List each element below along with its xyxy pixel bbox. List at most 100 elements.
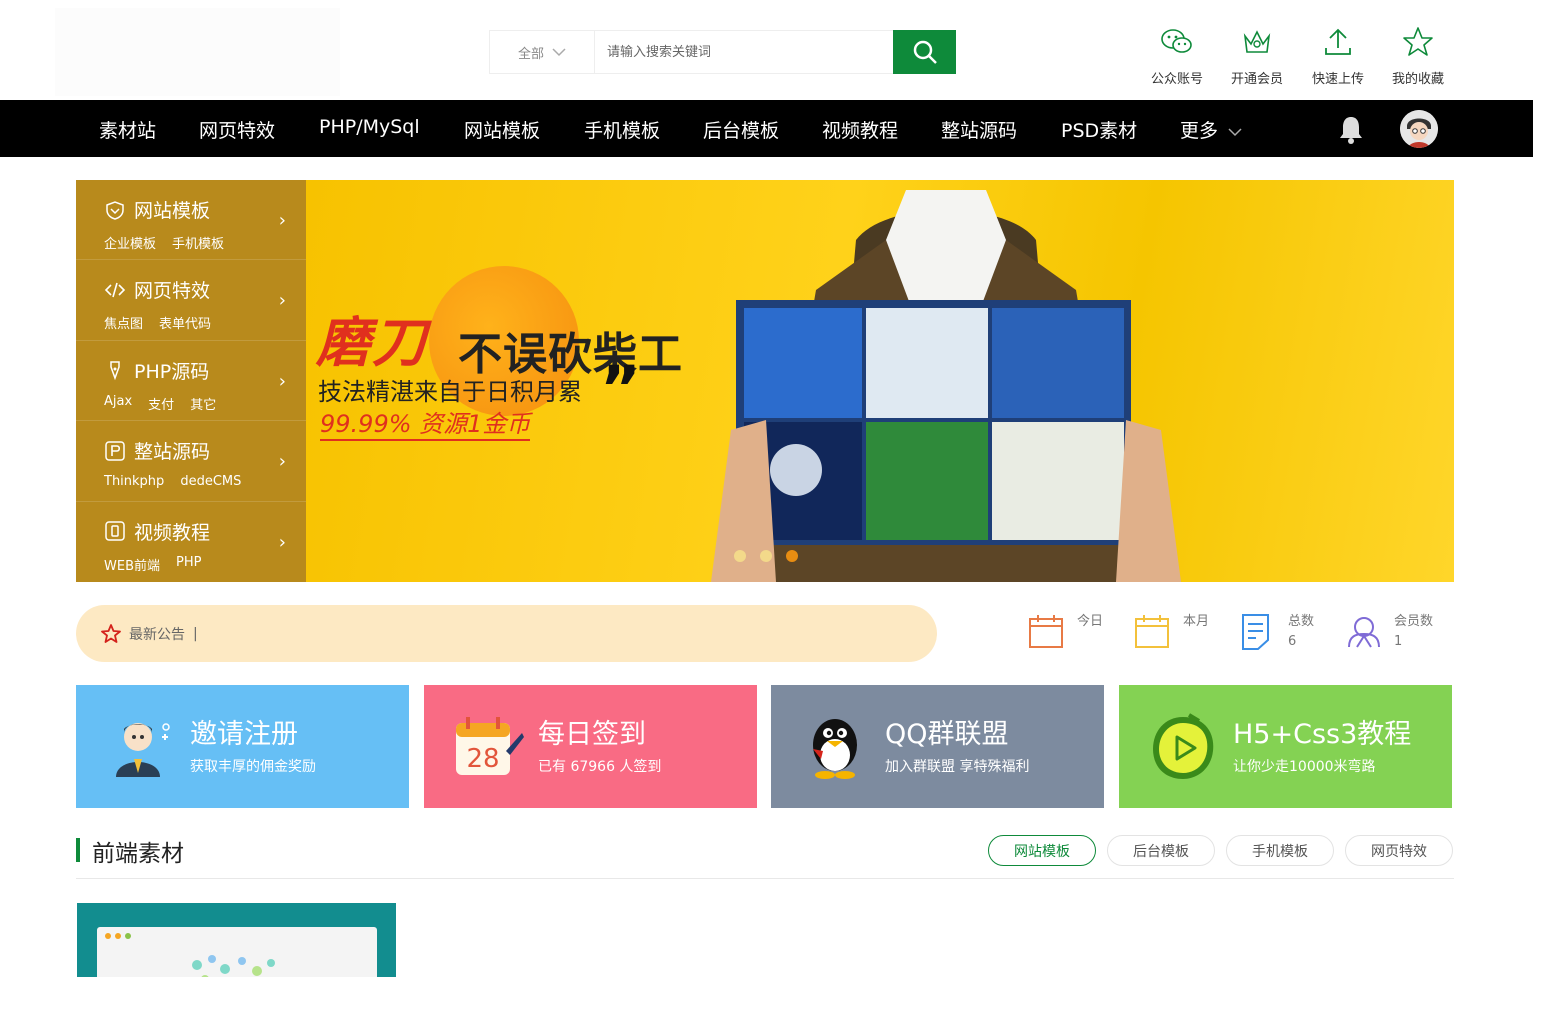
stat-members: 会员数 1	[1344, 612, 1433, 652]
category-sub-link[interactable]: 支付	[148, 394, 174, 413]
item-thumbnail[interactable]	[77, 903, 396, 977]
card-subtitle: 让你少走10000米弯路	[1233, 758, 1376, 775]
tab-mobile-templates[interactable]: 手机模板	[1226, 835, 1334, 866]
page: 全部 公众账号 开通会员 快速上传 我的收藏 素材站 网页特效 PHP/MySq…	[0, 0, 1561, 1036]
section-title: 前端素材	[92, 841, 184, 867]
calendar-day-number: 28	[466, 744, 499, 774]
document-icon	[1242, 614, 1269, 650]
stat-label: 总数	[1288, 614, 1315, 629]
card-subtitle: 加入群联盟 享特殊福利	[885, 758, 1030, 775]
quick-link-favorites[interactable]: 我的收藏	[1383, 24, 1453, 87]
banner-slide[interactable]: 磨刀 不误砍柴工 技法精湛来自于日积月累 ” 99.99% 资源1金币	[306, 180, 1454, 582]
card-qq-group[interactable]: QQ群联盟 加入群联盟 享特殊福利	[771, 685, 1104, 808]
nav-item-admin[interactable]: 后台模板	[703, 116, 779, 143]
nav-item-psd[interactable]: PSD素材	[1061, 116, 1137, 143]
category-item-php[interactable]: PHP源码 Ajax 支付 其它 ›	[76, 341, 306, 422]
banner-quote-mark: ”	[600, 352, 641, 425]
category-title: 整站源码	[134, 441, 211, 464]
stat-total: 总数 6	[1238, 612, 1314, 652]
category-item-video[interactable]: 视频教程 WEB前端 PHP ›	[76, 502, 306, 582]
category-sub-link[interactable]: PHP	[176, 555, 201, 574]
nav-item-php[interactable]: PHP/MySql	[319, 116, 420, 138]
nav-item-templates[interactable]: 网站模板	[464, 116, 540, 143]
user-avatar[interactable]	[1400, 110, 1438, 148]
slide-dot[interactable]	[760, 550, 772, 562]
nav-item-video[interactable]: 视频教程	[822, 116, 898, 143]
quick-link-upload[interactable]: 快速上传	[1303, 24, 1373, 87]
video-icon	[105, 521, 125, 541]
category-sub-link[interactable]: Ajax	[104, 394, 132, 413]
tab-website-templates[interactable]: 网站模板	[988, 835, 1096, 866]
banner: 网站模板 企业模板 手机模板 › 网页特效 焦点图 表单代码 › PHP源码 A…	[76, 180, 1454, 582]
card-title: 邀请注册	[190, 718, 298, 750]
search-input[interactable]	[595, 31, 893, 73]
invite-icon	[116, 722, 170, 777]
avatar-face-icon	[1400, 110, 1438, 148]
category-sub-link[interactable]: 手机模板	[172, 233, 224, 252]
vip-crown-icon	[1243, 30, 1271, 53]
category-sub-link[interactable]: dedeCMS	[180, 474, 241, 489]
card-title: H5+Css3教程	[1233, 718, 1412, 750]
category-sub-link[interactable]: WEB前端	[104, 555, 160, 574]
search-category-label: 全部	[517, 46, 544, 62]
category-item-templates[interactable]: 网站模板 企业模板 手机模板 ›	[76, 180, 306, 261]
search-category-select[interactable]: 全部	[490, 31, 595, 73]
upload-icon	[1325, 28, 1351, 55]
quick-link-vip[interactable]: 开通会员	[1222, 24, 1292, 87]
category-sub-link[interactable]: 其它	[190, 394, 216, 413]
category-sub-link[interactable]: Thinkphp	[104, 474, 164, 489]
search-button[interactable]	[893, 30, 956, 74]
stat-label: 会员数	[1394, 614, 1434, 629]
calendar-icon	[1029, 615, 1063, 648]
notice-bar[interactable]: 最新公告 |	[76, 605, 937, 662]
category-title: 网页特效	[134, 280, 211, 303]
slide-dots	[734, 550, 798, 562]
card-title: 每日签到	[538, 718, 646, 750]
section-accent-bar	[76, 838, 80, 862]
category-item-effects[interactable]: 网页特效 焦点图 表单代码 ›	[76, 260, 306, 341]
qq-penguin-icon	[813, 718, 857, 779]
card-h5-course[interactable]: H5+Css3教程 让你少走10000米弯路	[1119, 685, 1452, 808]
category-sub-link[interactable]: 企业模板	[104, 233, 156, 252]
pen-icon	[110, 361, 120, 381]
site-logo[interactable]	[55, 8, 340, 96]
category-sub-link[interactable]: 表单代码	[159, 313, 211, 332]
category-menu: 网站模板 企业模板 手机模板 › 网页特效 焦点图 表单代码 › PHP源码 A…	[76, 180, 306, 582]
quick-link-label: 我的收藏	[1391, 72, 1444, 87]
category-sub-link[interactable]: 焦点图	[104, 313, 143, 332]
nav-item-mobile[interactable]: 手机模板	[584, 116, 660, 143]
nav-item-source[interactable]: 整站源码	[941, 116, 1017, 143]
bell-icon[interactable]	[1337, 114, 1365, 144]
card-checkin[interactable]: 28 每日签到 已有 67966 人签到	[424, 685, 757, 808]
section-divider	[76, 878, 1454, 879]
nav-item-more[interactable]: 更多	[1180, 116, 1242, 143]
stat-label: 今日	[1077, 614, 1104, 629]
tab-web-effects[interactable]: 网页特效	[1345, 835, 1453, 866]
slide-dot-active[interactable]	[786, 550, 798, 562]
slide-dot[interactable]	[734, 550, 746, 562]
quick-link-label: 公众账号	[1150, 72, 1203, 87]
category-item-source[interactable]: 整站源码 Thinkphp dedeCMS ›	[76, 421, 306, 502]
p-box-icon	[105, 440, 125, 461]
quick-link-label: 快速上传	[1311, 72, 1364, 87]
category-title: 网站模板	[134, 200, 211, 222]
category-title: 视频教程	[134, 521, 211, 544]
card-subtitle: 获取丰厚的佣金奖励	[190, 758, 316, 775]
notice-label: 最新公告	[129, 626, 185, 643]
stat-month: 本月	[1133, 612, 1209, 652]
card-title: QQ群联盟	[885, 718, 1009, 750]
banner-headline-red: 磨刀	[316, 311, 428, 374]
quick-link-wechat[interactable]: 公众账号	[1142, 24, 1212, 87]
nav-item-effects[interactable]: 网页特效	[199, 116, 275, 143]
code-icon	[104, 282, 126, 298]
tab-admin-templates[interactable]: 后台模板	[1107, 835, 1215, 866]
chevron-right-icon: ›	[278, 290, 286, 312]
chevron-right-icon: ›	[278, 370, 286, 392]
banner-man-holding-templates-image	[711, 190, 1181, 582]
stat-today: 今日	[1027, 612, 1103, 652]
chevron-down-icon	[552, 48, 566, 57]
members-icon	[1348, 617, 1380, 648]
card-invite[interactable]: 邀请注册 获取丰厚的佣金奖励	[76, 685, 409, 808]
nav-item-sucai[interactable]: 素材站	[99, 116, 156, 143]
hearts-pattern-image	[192, 955, 275, 977]
